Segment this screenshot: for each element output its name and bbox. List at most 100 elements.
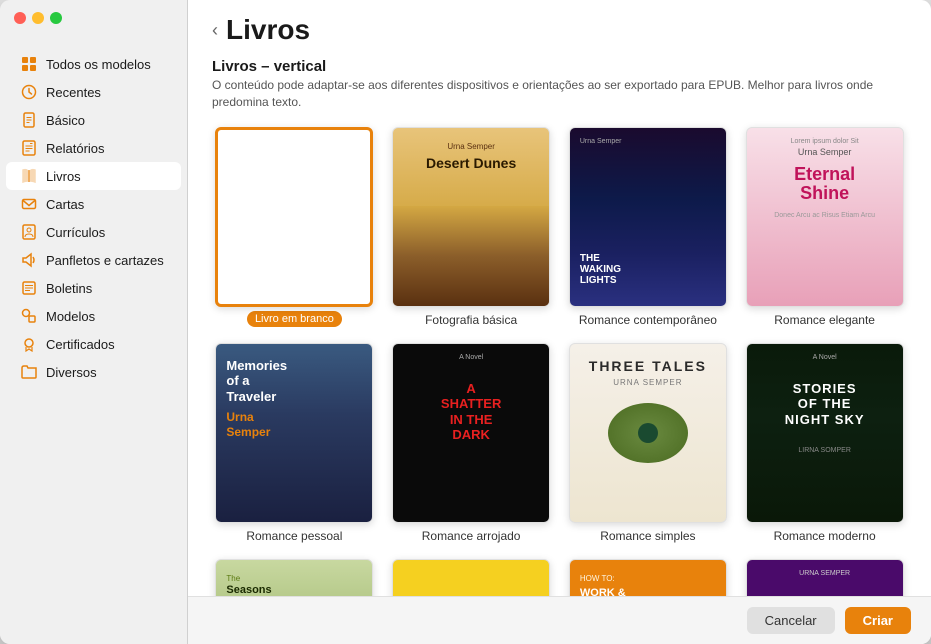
- template-chem[interactable]: URNA SEMPER APPLIEDCHEMISTRYFIRST EDITIO…: [742, 559, 907, 596]
- template-thumb-work: HOW TO: WORK &TRAVEL: [569, 559, 727, 596]
- footer: Cancelar Criar: [188, 596, 931, 644]
- template-thumb-night: A Novel STORIESOF THENIGHT SKY LIRNA SOM…: [746, 343, 904, 523]
- template-memories[interactable]: Memoriesof aTraveler UrnaSemper Romance …: [212, 343, 377, 543]
- tales-title: THREE TALES: [589, 358, 707, 374]
- template-label-memories: Romance pessoal: [246, 529, 342, 543]
- chem-author: URNA SEMPER: [799, 570, 850, 577]
- template-puzzle[interactable]: [389, 559, 554, 596]
- close-button[interactable]: [14, 12, 26, 24]
- template-work[interactable]: HOW TO: WORK &TRAVEL: [566, 559, 731, 596]
- shatter-title: ASHATTERIN THEDARK: [441, 381, 501, 443]
- sidebar-label-modelos: Modelos: [46, 309, 95, 324]
- template-label-shatter: Romance arrojado: [422, 529, 521, 543]
- template-thumb-eternal: Lorem ipsum dolor Sit Urna Semper Eterna…: [746, 127, 904, 307]
- doc-icon: [20, 111, 38, 129]
- template-badge-blank: Livro em branco: [247, 311, 342, 327]
- lights-author: Urna Semper: [580, 138, 622, 145]
- night-sub: A Novel: [813, 354, 837, 361]
- template-thumb-memories: Memoriesof aTraveler UrnaSemper: [215, 343, 373, 523]
- shapes-icon: [20, 307, 38, 325]
- templates-container: Livro em branco Urna Semper Desert Dunes…: [188, 115, 931, 596]
- shatter-sub: A Novel: [459, 354, 483, 361]
- sidebar-item-livros[interactable]: Livros: [6, 162, 181, 190]
- eternal-sub: Lorem ipsum dolor Sit: [791, 138, 859, 145]
- sidebar-label-panfletos: Panfletos e cartazes: [46, 253, 164, 268]
- sidebar-label-certificados: Certificados: [46, 337, 115, 352]
- template-eternal[interactable]: Lorem ipsum dolor Sit Urna Semper Eterna…: [742, 127, 907, 327]
- template-desert[interactable]: Urna Semper Desert Dunes Fotografia bási…: [389, 127, 554, 327]
- template-label-desert: Fotografia básica: [425, 313, 517, 327]
- template-night[interactable]: A Novel STORIESOF THENIGHT SKY LIRNA SOM…: [742, 343, 907, 543]
- sidebar-item-relatorios[interactable]: Relatórios: [6, 134, 181, 162]
- work-prefix: HOW TO:: [580, 574, 716, 583]
- sidebar-item-todos[interactable]: Todos os modelos: [6, 50, 181, 78]
- sidebar-item-certificados[interactable]: Certificados: [6, 330, 181, 358]
- eternal-title: EternalShine: [794, 165, 855, 205]
- megaphone-icon: [20, 251, 38, 269]
- sidebar-label-livros: Livros: [46, 169, 81, 184]
- folder-icon: [20, 363, 38, 381]
- eternal-author: Urna Semper: [798, 147, 852, 157]
- maximize-button[interactable]: [50, 12, 62, 24]
- sidebar-item-boletins[interactable]: Boletins: [6, 274, 181, 302]
- newspaper-icon: [20, 279, 38, 297]
- certificate-icon: [20, 335, 38, 353]
- sidebar-item-cartas[interactable]: Cartas: [6, 190, 181, 218]
- template-thumb-tales: THREE TALES URNA SEMPER: [569, 343, 727, 523]
- report-icon: [20, 139, 38, 157]
- main-content: ‹ Livros Livros – vertical O conteúdo po…: [188, 0, 931, 644]
- night-author: LIRNA SOMPER: [798, 447, 851, 454]
- template-label-night: Romance moderno: [774, 529, 876, 543]
- section-desc: O conteúdo pode adaptar-se aos diferente…: [212, 77, 907, 111]
- desert-title: Desert Dunes: [426, 155, 516, 171]
- sidebar-label-todos: Todos os modelos: [46, 57, 151, 72]
- tales-author: URNA SEMPER: [613, 378, 682, 387]
- memories-author: UrnaSemper: [226, 410, 362, 439]
- page-title: Livros: [226, 14, 310, 46]
- template-thumb-shatter: A Novel ASHATTERIN THEDARK: [392, 343, 550, 523]
- clock-icon: [20, 83, 38, 101]
- template-label-tales: Romance simples: [600, 529, 695, 543]
- envelope-icon: [20, 195, 38, 213]
- sidebar-item-panfletos[interactable]: Panfletos e cartazes: [6, 246, 181, 274]
- section-header: Livros – vertical O conteúdo pode adapta…: [188, 46, 931, 115]
- grid-icon: [20, 55, 38, 73]
- work-title: WORK &TRAVEL: [580, 587, 716, 596]
- sidebar-label-recentes: Recentes: [46, 85, 101, 100]
- lights-title: THEWAKINGLIGHTS: [580, 253, 621, 286]
- book-icon: [20, 167, 38, 185]
- template-thumb-chem: URNA SEMPER APPLIEDCHEMISTRYFIRST EDITIO…: [746, 559, 904, 596]
- seasons-prefix: The: [226, 574, 362, 583]
- seasons-title: SeasonsofParis: [226, 583, 362, 596]
- sidebar-item-modelos[interactable]: Modelos: [6, 302, 181, 330]
- create-button[interactable]: Criar: [845, 607, 911, 634]
- person-icon: [20, 223, 38, 241]
- sidebar-label-curriculos: Currículos: [46, 225, 105, 240]
- sidebar-item-recentes[interactable]: Recentes: [6, 78, 181, 106]
- template-blank[interactable]: Livro em branco: [212, 127, 377, 327]
- back-button[interactable]: ‹: [212, 21, 218, 39]
- sidebar: Todos os modelos Recentes: [0, 0, 188, 644]
- template-label-eternal: Romance elegante: [774, 313, 875, 327]
- template-thumb-desert: Urna Semper Desert Dunes: [392, 127, 550, 307]
- template-thumb-lights: Urna Semper THEWAKINGLIGHTS: [569, 127, 727, 307]
- sidebar-item-curriculos[interactable]: Currículos: [6, 218, 181, 246]
- template-shatter[interactable]: A Novel ASHATTERIN THEDARK Romance arroj…: [389, 343, 554, 543]
- minimize-button[interactable]: [32, 12, 44, 24]
- template-thumb-puzzle: [392, 559, 550, 596]
- desert-author: Urna Semper: [447, 142, 495, 151]
- night-title: STORIESOF THENIGHT SKY: [785, 381, 865, 428]
- sidebar-label-cartas: Cartas: [46, 197, 84, 212]
- template-seasons[interactable]: The SeasonsofParis Seasons of Paris: [212, 559, 377, 596]
- sidebar-item-basico[interactable]: Básico: [6, 106, 181, 134]
- template-thumb-blank: [215, 127, 373, 307]
- template-label-lights: Romance contemporâneo: [579, 313, 717, 327]
- cancel-button[interactable]: Cancelar: [747, 607, 835, 634]
- template-lights[interactable]: Urna Semper THEWAKINGLIGHTS Romance cont…: [566, 127, 731, 327]
- sidebar-label-diversos: Diversos: [46, 365, 97, 380]
- sidebar-label-boletins: Boletins: [46, 281, 92, 296]
- template-tales[interactable]: THREE TALES URNA SEMPER Romance simples: [566, 343, 731, 543]
- sidebar-label-basico: Básico: [46, 113, 85, 128]
- sidebar-item-diversos[interactable]: Diversos: [6, 358, 181, 386]
- main-header: ‹ Livros: [188, 0, 931, 46]
